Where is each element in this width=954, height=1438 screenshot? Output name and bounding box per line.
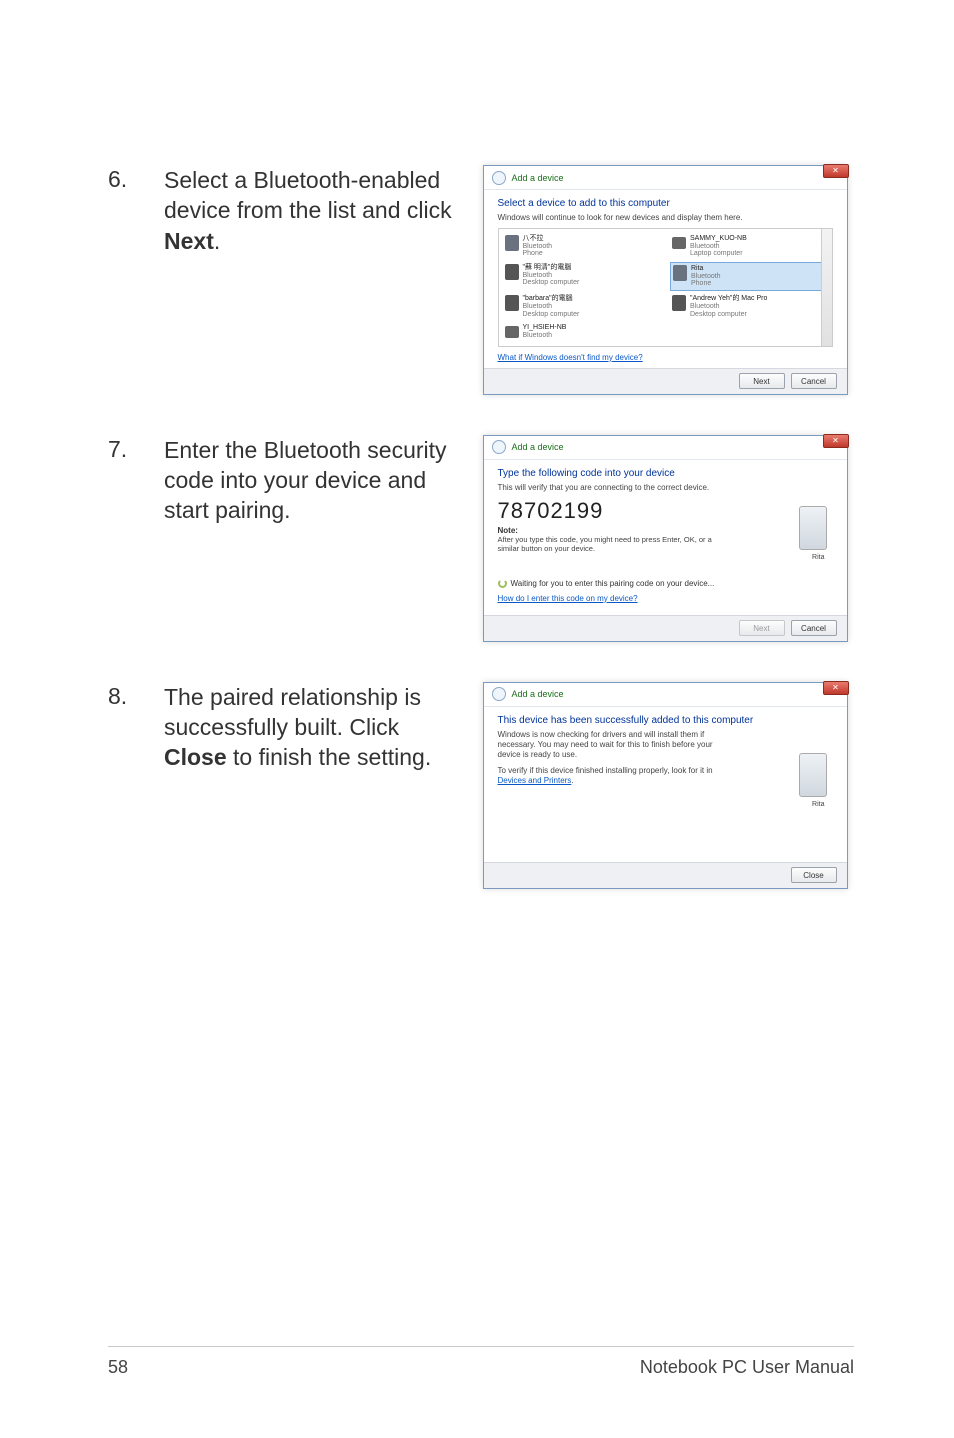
close-icon[interactable]: ✕ [823,434,849,448]
dialog-subtext: Windows is now checking for drivers and … [498,730,728,760]
manual-title: Notebook PC User Manual [640,1357,854,1378]
note-heading: Note: [498,526,833,535]
phone-icon [673,265,687,281]
back-icon[interactable] [492,440,506,454]
step-number: 6. [108,165,142,195]
device-item-selected[interactable]: RitaBluetoothPhone [670,262,828,291]
cancel-button[interactable]: Cancel [791,620,837,636]
device-name: "barbara"的電腦 [523,295,580,303]
device-thumbnail-label: Rita [812,554,824,561]
device-thumbnail [799,506,827,550]
dialog-subtext: Windows will continue to look for new de… [498,213,833,222]
desktop-icon [505,264,519,280]
device-name: "蘇 明清"的電腦 [523,264,580,272]
pairing-code: 78702199 [498,498,833,524]
t: to finish the setting. [227,744,432,770]
dialog-subtext: To verify if this device finished instal… [498,766,728,786]
spinner-icon [498,579,507,588]
device-name: 八不拉 [523,235,553,243]
t: The paired relationship is successfully … [164,684,421,740]
dialog-title: Add a device [512,689,564,699]
device-name: SAMMY_KUO-NB [690,235,747,243]
add-device-dialog-paircode: ✕ Add a device Type the following code i… [483,435,848,642]
desktop-icon [672,295,686,311]
help-link[interactable]: What if Windows doesn't find my device? [498,353,643,362]
t: To verify if this device finished instal… [498,766,713,775]
device-item[interactable]: "Andrew Yeh"的 Mac ProBluetoothDesktop co… [670,293,828,320]
next-button[interactable]: Next [739,373,785,389]
help-link[interactable]: How do I enter this code on my device? [498,594,638,603]
t-bold: Close [164,744,227,770]
dialog-subtext: This will verify that you are connecting… [498,483,833,492]
devices-printers-link[interactable]: Devices and Printers [498,776,572,786]
step-text: Select a Bluetooth-enabled device from t… [164,165,454,256]
dialog-heading: Select a device to add to this computer [498,198,833,209]
t: Select a Bluetooth-enabled device from t… [164,167,452,223]
waiting-status: Waiting for you to enter this pairing co… [498,579,833,588]
t: . [214,228,220,254]
add-device-dialog-success: ✕ Add a device This device has been succ… [483,682,848,889]
page-number: 58 [108,1357,128,1378]
next-button: Next [739,620,785,636]
t: . [571,776,573,785]
cancel-button[interactable]: Cancel [791,373,837,389]
close-button[interactable]: Close [791,867,837,883]
dialog-heading: Type the following code into your device [498,468,833,479]
device-item[interactable]: YI_HSIEH-NBBluetooth [503,322,661,341]
dialog-title: Add a device [512,442,564,452]
device-thumbnail-label: Rita [812,801,824,808]
device-list: 八不拉BluetoothPhone SAMMY_KUO-NBBluetoothL… [498,228,833,347]
add-device-dialog-select: ✕ Add a device Select a device to add to… [483,165,848,395]
device-item[interactable]: "蘇 明清"的電腦BluetoothDesktop computer [503,262,661,291]
device-item[interactable]: SAMMY_KUO-NBBluetoothLaptop computer [670,233,828,260]
device-thumbnail [799,753,827,797]
desktop-icon [505,295,519,311]
laptop-icon [672,237,686,249]
device-name: Rita [691,265,721,273]
back-icon[interactable] [492,687,506,701]
step-text: Enter the Bluetooth security code into y… [164,435,454,526]
close-icon[interactable]: ✕ [823,681,849,695]
back-icon[interactable] [492,171,506,185]
dialog-title: Add a device [512,173,564,183]
device-item[interactable]: "barbara"的電腦BluetoothDesktop computer [503,293,661,320]
note-text: After you type this code, you might need… [498,535,718,553]
step-number: 8. [108,682,142,712]
device-name: YI_HSIEH-NB [523,324,567,332]
waiting-text: Waiting for you to enter this pairing co… [511,579,715,588]
laptop-icon [505,326,519,338]
close-icon[interactable]: ✕ [823,164,849,178]
step-text: The paired relationship is successfully … [164,682,454,773]
device-name: "Andrew Yeh"的 Mac Pro [690,295,767,303]
step-number: 7. [108,435,142,465]
device-item[interactable]: 八不拉BluetoothPhone [503,233,661,260]
t-bold: Next [164,228,214,254]
phone-icon [505,235,519,251]
dialog-heading: This device has been successfully added … [498,715,833,726]
